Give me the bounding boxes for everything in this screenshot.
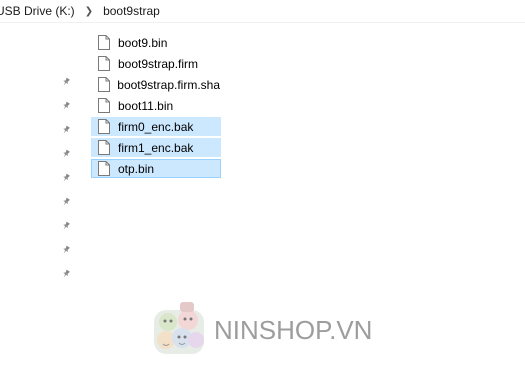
file-item[interactable]: boot9strap.firm	[91, 54, 221, 73]
watermark-text: NINSHOP.VN	[214, 314, 373, 345]
file-item[interactable]: firm1_enc.bak	[91, 138, 221, 157]
pin-icon[interactable]	[58, 142, 74, 166]
breadcrumb-item-usb-drive[interactable]: USB Drive (K:)	[0, 4, 75, 18]
pin-icon[interactable]	[58, 118, 74, 142]
pin-icon[interactable]	[58, 214, 74, 238]
file-name: firm1_enc.bak	[118, 140, 194, 155]
file-name: boot9strap.firm	[118, 56, 199, 71]
pin-icon[interactable]	[58, 166, 74, 190]
file-icon	[96, 119, 112, 134]
file-list: boot9.bin boot9strap.firm boot9strap.firm.…	[91, 33, 221, 180]
file-name: boot9.bin	[118, 35, 168, 50]
breadcrumb: USB Drive (K:) ❯ boot9strap	[0, 0, 525, 23]
pin-icon[interactable]	[58, 190, 74, 214]
file-item[interactable]: firm0_enc.bak	[91, 117, 221, 136]
chevron-right-icon[interactable]: ❯	[85, 6, 93, 17]
pin-icon[interactable]	[58, 94, 74, 118]
file-icon	[96, 140, 112, 155]
watermark: NINSHOP.VN	[150, 300, 372, 360]
file-name: boot11.bin	[118, 98, 174, 113]
file-icon	[96, 98, 112, 113]
file-item[interactable]: boot11.bin	[91, 96, 221, 115]
mascot-logo-icon	[154, 302, 204, 354]
file-item[interactable]: boot9.bin	[91, 33, 221, 52]
pin-icon[interactable]	[58, 70, 74, 94]
breadcrumb-item-boot9strap[interactable]: boot9strap	[103, 4, 160, 18]
file-item[interactable]: otp.bin	[91, 159, 221, 178]
file-item[interactable]: boot9strap.firm.sha	[91, 75, 221, 94]
quick-access-pins	[58, 70, 74, 286]
file-icon	[96, 161, 112, 176]
pin-icon[interactable]	[58, 262, 74, 286]
pin-icon[interactable]	[58, 238, 74, 262]
file-icon	[96, 77, 111, 92]
file-icon	[96, 56, 112, 71]
file-name: boot9strap.firm.sha	[117, 77, 220, 92]
file-icon	[96, 35, 112, 50]
file-name: firm0_enc.bak	[118, 119, 194, 134]
file-name: otp.bin	[118, 161, 155, 176]
